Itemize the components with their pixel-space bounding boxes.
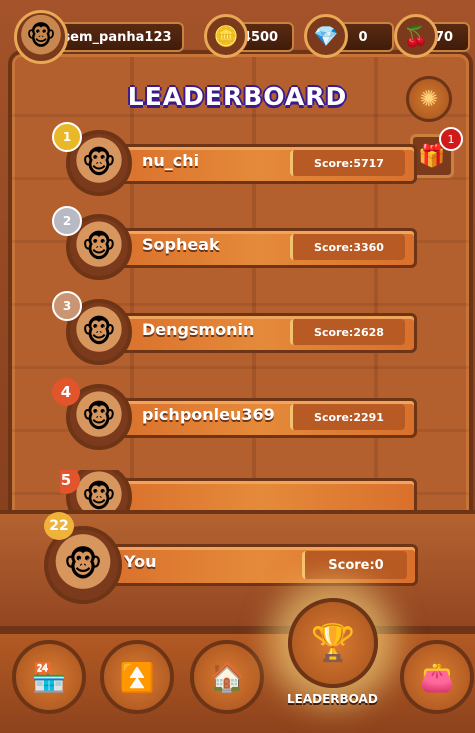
trophy-icon: 🏆 — [310, 623, 356, 664]
top-bar: 🐵 sem_panha123 🪙 4500 💎 0 🍒 70 — [14, 10, 470, 64]
leaderboard-row[interactable]: 🐵 3 Dengsmonin Score:2628 — [52, 291, 420, 365]
player-score: Score:2628 — [290, 319, 405, 345]
nav-leaderboard-button[interactable]: 🏆 — [288, 598, 378, 688]
nav-upgrade-button[interactable]: ⏫ — [100, 640, 174, 714]
player-score: Score:5717 — [290, 150, 405, 176]
player-score: Score:2291 — [290, 404, 405, 430]
my-score: Score:0 — [302, 551, 407, 579]
leaderboard-screen: 🐵 sem_panha123 🪙 4500 💎 0 🍒 70 LEADERBOA… — [0, 0, 475, 733]
gear-icon: ✺ — [419, 86, 439, 112]
gem-value: 0 — [358, 29, 368, 45]
my-rank-row[interactable]: 🐵 You Score:0 — [44, 526, 424, 604]
rank-number: 4 — [52, 378, 80, 406]
username-pill[interactable]: sem_panha123 — [50, 22, 184, 52]
my-rank-badge: 22 — [44, 512, 74, 540]
notification-badge: 1 — [439, 127, 463, 151]
upgrade-icon: ⏫ — [119, 660, 155, 694]
player-score: Score:3360 — [290, 234, 405, 260]
gem-icon: 💎 — [304, 14, 348, 58]
leaderboard-row[interactable]: 🐵 5 — [60, 470, 420, 510]
silver-medal-icon: 2 — [52, 206, 82, 236]
page-title: LEADERBOARD — [127, 82, 348, 111]
wood-frame — [8, 50, 473, 528]
leaderboard-row[interactable]: 🐵 4 pichponleu369 Score:2291 — [52, 378, 420, 450]
fruit-icon: 🍒 — [394, 14, 438, 58]
gold-medal-icon: 1 — [52, 122, 82, 152]
player-name: Sopheak — [142, 235, 220, 254]
nav-wallet-button[interactable]: 👛 — [400, 640, 474, 714]
home-icon: 🏠 — [209, 660, 245, 694]
settings-button[interactable]: ✺ — [406, 76, 452, 122]
nav-home-button[interactable]: 🏠 — [190, 640, 264, 714]
nav-shop-button[interactable]: 🏪 — [12, 640, 86, 714]
player-name: nu_chi — [142, 151, 200, 170]
row-bar — [105, 478, 417, 510]
player-name: pichponleu369 — [142, 405, 275, 424]
my-name: You — [124, 552, 157, 571]
player-avatar[interactable]: 🐵 — [14, 10, 68, 64]
wallet-icon: 👛 — [419, 660, 455, 694]
nav-active-label: LEADERBOAD — [287, 692, 378, 706]
shop-icon: 🏪 — [31, 660, 67, 694]
bronze-medal-icon: 3 — [52, 291, 82, 321]
coin-icon: 🪙 — [204, 14, 248, 58]
player-name: Dengsmonin — [142, 320, 255, 339]
leaderboard-row[interactable]: 🐵 2 Sopheak Score:3360 — [52, 206, 420, 280]
leaderboard-row[interactable]: 🐵 1 nu_chi Score:5717 — [52, 122, 420, 196]
username-label: sem_panha123 — [62, 29, 172, 45]
